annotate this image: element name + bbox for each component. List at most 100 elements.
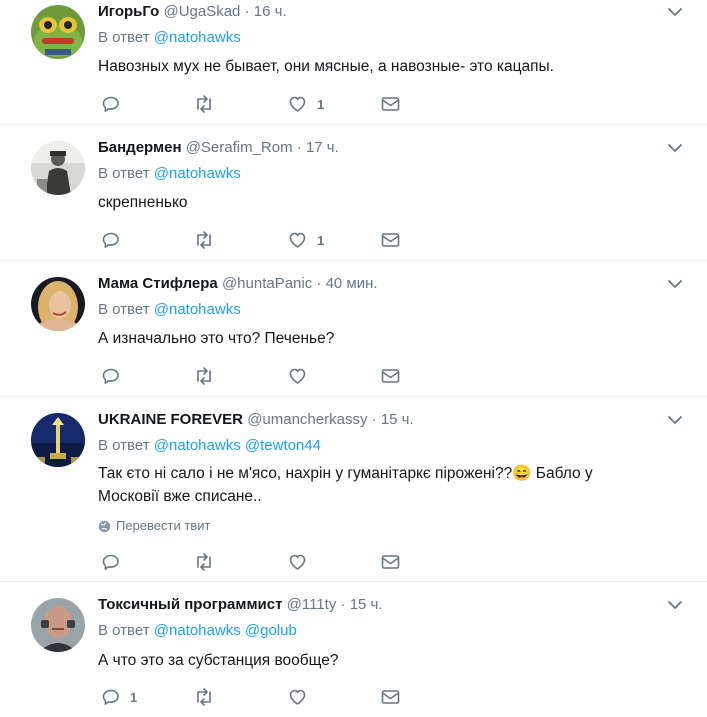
envelope-icon xyxy=(381,233,400,247)
reply-button[interactable] xyxy=(102,551,130,573)
mention-link[interactable]: @golub xyxy=(245,622,297,639)
like-count: 1 xyxy=(317,96,325,112)
mention-link[interactable]: @natohawks xyxy=(154,622,241,639)
display-name[interactable]: UKRAINE FOREVER xyxy=(98,411,243,428)
mention-link[interactable]: @tewton44 xyxy=(245,437,321,454)
display-name[interactable]: Токсичный программист xyxy=(98,596,282,613)
mention-link[interactable]: @natohawks xyxy=(154,29,241,46)
timestamp[interactable]: 16 ч. xyxy=(254,3,287,20)
globe-icon xyxy=(98,520,111,532)
vintage-photo-avatar-image xyxy=(31,141,85,195)
reply-button[interactable] xyxy=(102,365,130,387)
bald-man-avatar-image xyxy=(31,598,85,652)
envelope-icon xyxy=(381,369,400,383)
handle[interactable]: @111ty xyxy=(287,596,337,613)
reply-prefix: В ответ xyxy=(98,165,150,182)
dm-button[interactable] xyxy=(381,686,400,708)
woman-portrait-avatar-image xyxy=(31,277,85,331)
reply-icon xyxy=(102,554,119,570)
reply-prefix: В ответ xyxy=(98,301,150,318)
like-button[interactable] xyxy=(288,686,317,708)
heart-icon xyxy=(289,232,306,248)
mention-link[interactable]: @natohawks xyxy=(154,437,241,454)
display-name[interactable]: Бандермен xyxy=(98,139,182,156)
retweet-button[interactable] xyxy=(194,229,224,251)
handle[interactable]: @Serafim_Rom xyxy=(186,139,293,156)
reply-context: В ответ @natohawks @golub xyxy=(98,621,297,641)
action-bar xyxy=(98,365,418,387)
handle[interactable]: @umancherkassy xyxy=(247,411,367,428)
tweet-header: ИгорьГо @UgaSkad · 16 ч. xyxy=(98,2,287,22)
heart-icon xyxy=(289,689,306,705)
tweet[interactable]: Мама Стифлера @huntaPanic · 40 мин. В от… xyxy=(0,272,707,397)
chevron-down-icon[interactable] xyxy=(665,595,685,615)
separator-dot: · xyxy=(316,275,322,292)
chevron-down-icon[interactable] xyxy=(665,2,685,22)
heart-icon xyxy=(289,368,306,384)
like-count: 1 xyxy=(317,232,325,248)
display-name[interactable]: ИгорьГо xyxy=(98,3,159,20)
retweet-button[interactable] xyxy=(194,365,224,387)
envelope-icon xyxy=(381,690,400,704)
chevron-down-icon[interactable] xyxy=(665,274,685,294)
mention-link[interactable]: @natohawks xyxy=(154,165,241,182)
timestamp[interactable]: 15 ч. xyxy=(350,596,383,613)
chevron-down-icon[interactable] xyxy=(665,138,685,158)
translate-label[interactable]: Перевести твит xyxy=(116,518,210,534)
avatar[interactable] xyxy=(31,277,85,331)
tweet[interactable]: Бандермен @Serafim_Rom · 17 ч. В ответ @… xyxy=(0,136,707,261)
retweet-icon xyxy=(197,231,211,249)
retweet-icon xyxy=(197,367,211,385)
tweet[interactable]: Токсичный программист @111ty · 15 ч. В о… xyxy=(0,593,707,717)
avatar[interactable] xyxy=(31,598,85,652)
tweet[interactable]: UKRAINE FOREVER @umancherkassy · 15 ч. В… xyxy=(0,408,707,582)
mention-link[interactable]: @natohawks xyxy=(154,301,241,318)
handle[interactable]: @UgaSkad xyxy=(163,3,240,20)
translate-link[interactable]: Перевести твит xyxy=(98,518,210,534)
reply-icon xyxy=(102,368,119,384)
retweet-button[interactable] xyxy=(194,93,224,115)
reply-count: 1 xyxy=(130,689,138,705)
tweet[interactable]: ИгорьГо @UgaSkad · 16 ч. В ответ @natoha… xyxy=(0,0,707,125)
dm-button[interactable] xyxy=(381,551,400,573)
separator-dot: · xyxy=(371,411,377,428)
retweet-button[interactable] xyxy=(194,551,224,573)
action-bar: 1 xyxy=(98,93,418,115)
avatar[interactable] xyxy=(31,141,85,195)
like-button[interactable]: 1 xyxy=(288,229,324,251)
avatar[interactable] xyxy=(31,413,85,467)
reply-icon xyxy=(102,689,119,705)
divider xyxy=(0,260,707,261)
tweet-text: Так єто ні сало і не м'ясо, нахрін у гум… xyxy=(98,465,593,505)
like-button[interactable] xyxy=(288,551,317,573)
dm-button[interactable] xyxy=(381,229,400,251)
heart-icon xyxy=(289,96,306,112)
handle[interactable]: @huntaPanic xyxy=(222,275,312,292)
divider xyxy=(0,124,707,125)
display-name[interactable]: Мама Стифлера xyxy=(98,275,218,292)
tweet-header: Бандермен @Serafim_Rom · 17 ч. xyxy=(98,138,339,158)
action-bar: 1 xyxy=(98,686,418,708)
retweet-icon xyxy=(197,553,211,571)
like-button[interactable] xyxy=(288,365,317,387)
reply-prefix: В ответ xyxy=(98,29,150,46)
reply-prefix: В ответ xyxy=(98,437,150,454)
timestamp[interactable]: 15 ч. xyxy=(381,411,414,428)
reply-button[interactable] xyxy=(102,229,130,251)
like-button[interactable]: 1 xyxy=(288,93,324,115)
reply-context: В ответ @natohawks xyxy=(98,164,241,184)
reply-button[interactable]: 1 xyxy=(102,686,137,708)
reply-context: В ответ @natohawks @tewton44 xyxy=(98,436,321,456)
reply-button[interactable] xyxy=(102,93,130,115)
retweet-icon xyxy=(197,688,211,706)
dm-button[interactable] xyxy=(381,93,400,115)
reply-context: В ответ @natohawks xyxy=(98,300,241,320)
tweet-header: Токсичный программист @111ty · 15 ч. xyxy=(98,595,383,615)
reply-prefix: В ответ xyxy=(98,622,150,639)
avatar[interactable] xyxy=(31,5,85,59)
dm-button[interactable] xyxy=(381,365,400,387)
timestamp[interactable]: 17 ч. xyxy=(306,139,339,156)
retweet-button[interactable] xyxy=(194,686,224,708)
chevron-down-icon[interactable] xyxy=(665,410,685,430)
timestamp[interactable]: 40 мин. xyxy=(326,275,378,292)
